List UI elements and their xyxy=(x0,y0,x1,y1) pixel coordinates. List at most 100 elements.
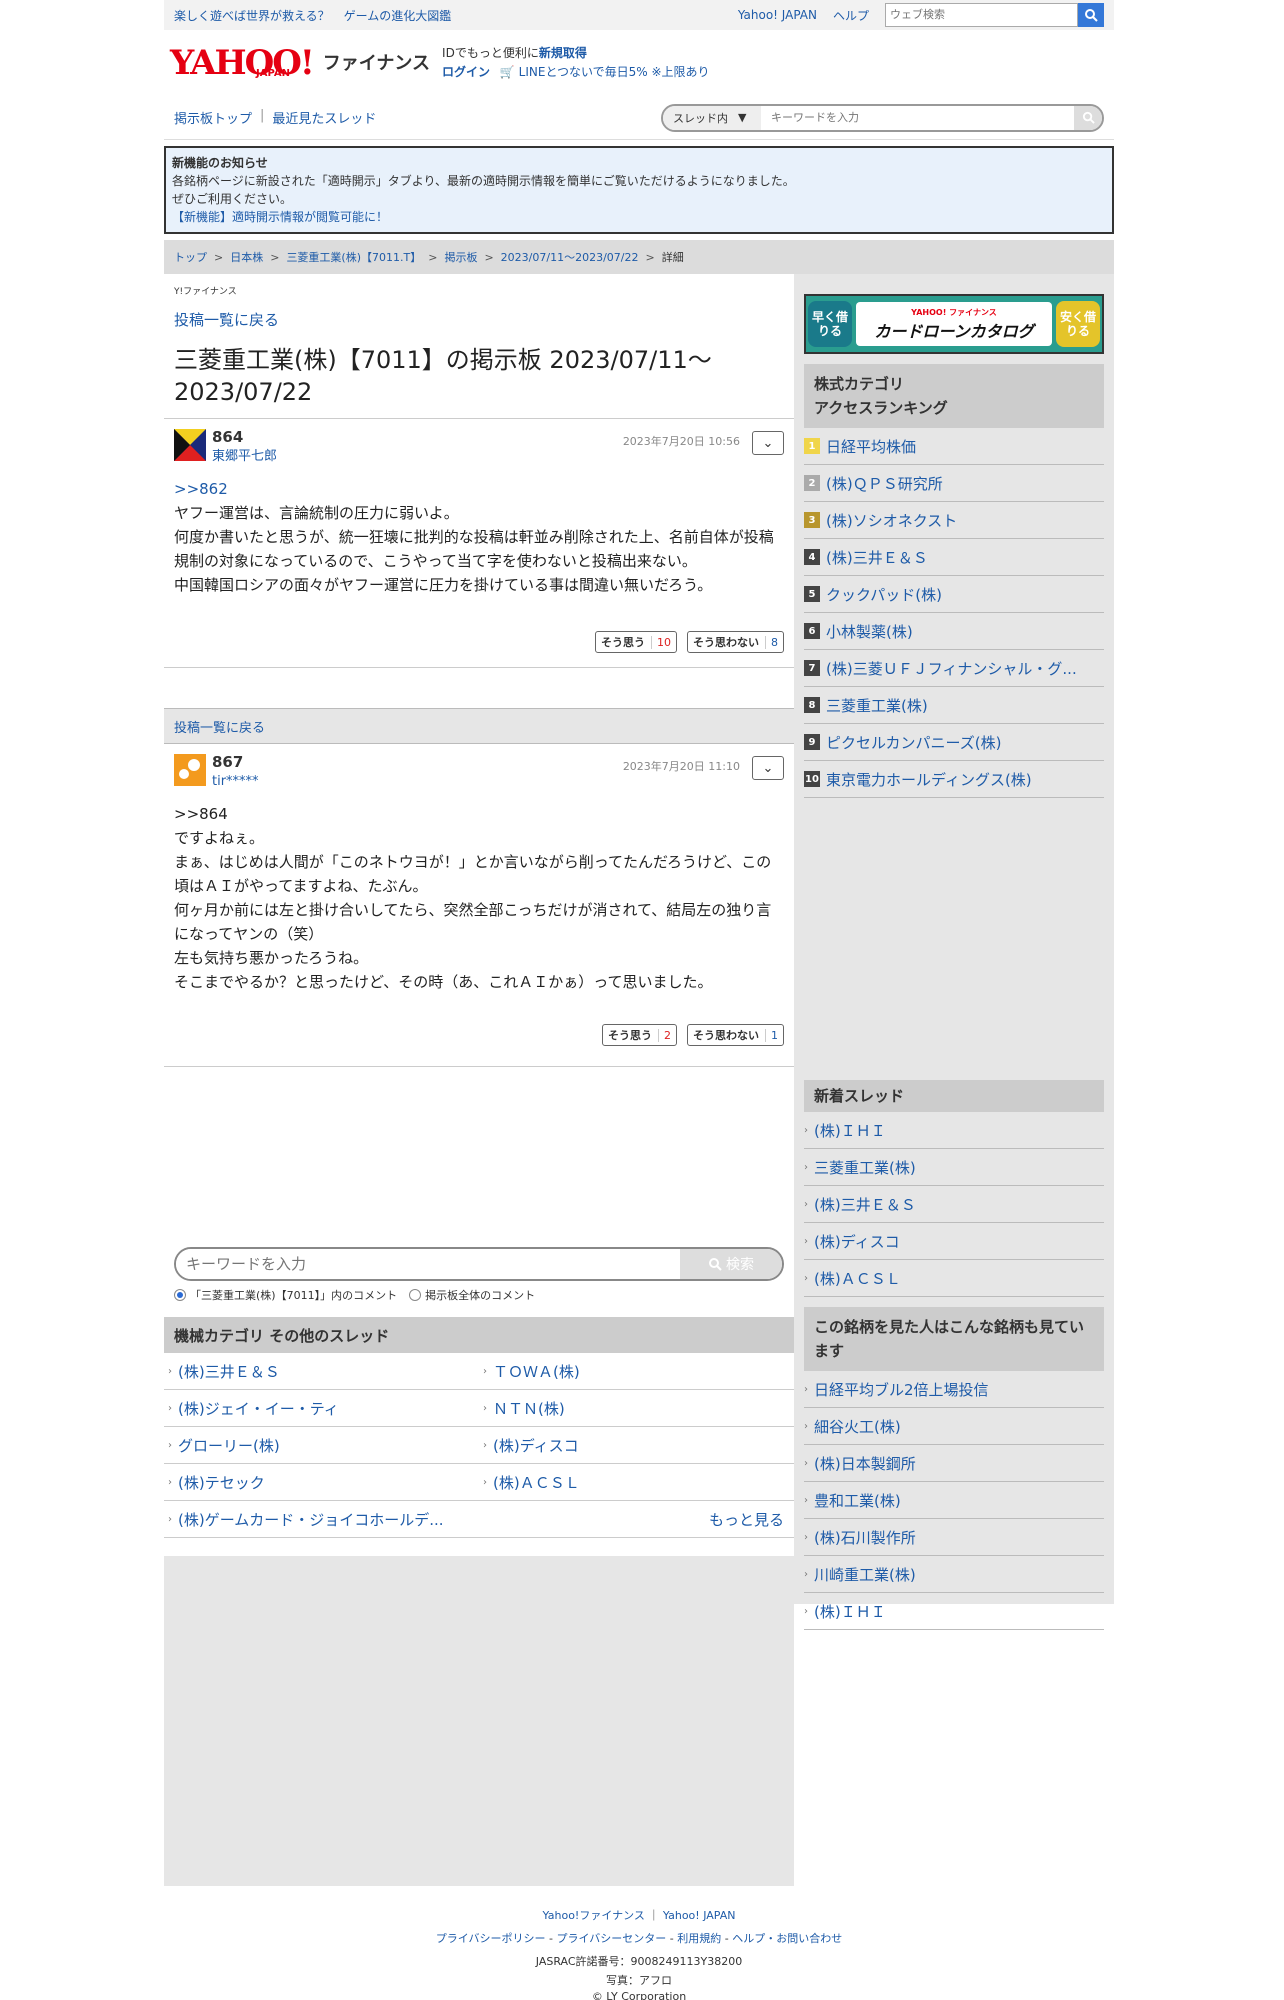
thread-link[interactable]: › (株)三井Ｅ＆Ｓ xyxy=(164,1353,479,1390)
back-bar: 投稿一覧に戻る xyxy=(164,708,794,744)
disagree-button[interactable]: そう思わない 8 xyxy=(687,631,784,653)
scope-radio-thread[interactable]: 「三菱重工業(株)【7011】」内のコメント xyxy=(174,1287,397,1303)
crumb-top[interactable]: トップ xyxy=(174,249,207,265)
line-link[interactable]: LINEとつないで毎日5% ※上限あり xyxy=(519,65,710,79)
thread-search-button[interactable] xyxy=(1074,105,1102,130)
new-thread-item[interactable]: › (株)三井Ｅ＆Ｓ xyxy=(804,1186,1104,1223)
arrow-icon: › xyxy=(483,1402,487,1414)
thread-link[interactable]: › (株)ジェイ・イー・ティ xyxy=(164,1390,479,1427)
more-threads-link[interactable]: もっと見る xyxy=(479,1501,794,1538)
new-thread-item[interactable]: › (株)ディスコ xyxy=(804,1223,1104,1260)
web-search-input[interactable] xyxy=(885,3,1078,27)
also-viewed-item[interactable]: › 川崎重工業(株) xyxy=(804,1556,1104,1593)
post-line: 何度か書いたと思うが、統一狂壊に批判的な投稿は軒並み削除された上、名前自体が投稿… xyxy=(174,528,774,570)
arrow-icon: › xyxy=(168,1402,172,1414)
privacy-center-link[interactable]: プライバシーセンター xyxy=(557,1932,667,1945)
post-menu-button[interactable]: ⌄ xyxy=(752,431,784,455)
yahoo-finance-logo[interactable]: YAHOO! JAPAN ファイナンス xyxy=(170,46,430,80)
also-viewed-item[interactable]: › (株)石川製作所 xyxy=(804,1519,1104,1556)
chevron-down-icon: ⌄ xyxy=(762,760,774,776)
also-viewed-item[interactable]: › (株)日本製鋼所 xyxy=(804,1445,1104,1482)
other-threads-grid: › (株)三井Ｅ＆Ｓ › ＴＯＷＡ(株) › (株)ジェイ・イー・ティ › ＮＴＮ(株)… xyxy=(164,1353,794,1538)
chevron-down-icon: ⌄ xyxy=(762,435,774,451)
ranking-item[interactable]: 7 (株)三菱ＵＦＪフィナンシャル・グ... xyxy=(804,650,1104,687)
back-to-list-link-2[interactable]: 投稿一覧に戻る xyxy=(174,717,265,736)
notice-line-2: ぜひご利用ください。 xyxy=(172,192,293,206)
post-line: ですよねぇ。 xyxy=(174,829,265,847)
crumb-jp-stocks[interactable]: 日本株 xyxy=(230,249,263,265)
scope-radio-all[interactable]: 掲示板全体のコメント xyxy=(409,1287,535,1303)
privacy-policy-link[interactable]: プライバシーポリシー xyxy=(436,1932,546,1945)
ranking-item[interactable]: 5 クックパッド(株) xyxy=(804,576,1104,613)
web-search-button[interactable] xyxy=(1078,3,1104,27)
comment-search-input[interactable] xyxy=(176,1249,680,1279)
crumb-stock[interactable]: 三菱重工業(株)【7011.T】 xyxy=(286,249,421,265)
avatar xyxy=(174,754,206,786)
thread-link[interactable]: › (株)テセック xyxy=(164,1464,479,1501)
web-search xyxy=(885,3,1104,27)
terms-link[interactable]: 利用規約 xyxy=(677,1932,721,1945)
also-viewed-item[interactable]: › 細谷火工(株) xyxy=(804,1408,1104,1445)
crumb-board[interactable]: 掲示板 xyxy=(444,249,477,265)
notice-link[interactable]: 【新機能】適時開示情報が閲覧可能に！ xyxy=(172,210,388,224)
reply-ref-link[interactable]: >>862 xyxy=(174,477,784,501)
help-link[interactable]: ヘルプ xyxy=(833,7,869,24)
post-date: 2023年7月20日 10:56 xyxy=(622,435,740,448)
nav-separator: | xyxy=(260,108,265,123)
thread-link[interactable]: › ＴＯＷＡ(株) xyxy=(479,1353,794,1390)
disagree-button[interactable]: そう思わない 1 xyxy=(687,1024,784,1046)
post-line: 何ヶ月か前には左と掛け合いしてたら、突然全部こっちだけが消されて、結局左の独り言… xyxy=(174,901,772,943)
card-loan-banner[interactable]: 早く借りる YAHOO! ファイナンス カードローンカタログ 安く借りる xyxy=(804,294,1104,354)
footer-yahoo-link[interactable]: Yahoo! JAPAN xyxy=(663,1909,736,1922)
thread-link[interactable]: › (株)ＡＣＳＬ xyxy=(479,1464,794,1501)
recent-threads-link[interactable]: 最近見たスレッド xyxy=(272,108,376,127)
post-user[interactable]: tir***** xyxy=(212,774,259,789)
signup-link[interactable]: 新規取得 xyxy=(539,46,587,60)
new-thread-item[interactable]: › 三菱重工業(株) xyxy=(804,1149,1104,1186)
banner-small: YAHOO! ファイナンス xyxy=(911,307,997,317)
post-menu-button[interactable]: ⌄ xyxy=(752,756,784,780)
cart-icon: 🛒 xyxy=(499,65,515,79)
ranking-item[interactable]: 6 小林製薬(株) xyxy=(804,613,1104,650)
search-icon xyxy=(1082,111,1095,124)
board-top-link[interactable]: 掲示板トップ xyxy=(174,108,252,127)
crumb-detail: 詳細 xyxy=(661,251,684,264)
ranking-item[interactable]: 4 (株)三井Ｅ＆Ｓ xyxy=(804,539,1104,576)
also-viewed-item[interactable]: › 豊和工業(株) xyxy=(804,1482,1104,1519)
thread-search-input[interactable] xyxy=(761,105,1074,130)
post-user[interactable]: 東郷平七郎 xyxy=(212,449,277,464)
logo-japan: JAPAN xyxy=(256,68,290,79)
help-contact-link[interactable]: ヘルプ・お問い合わせ xyxy=(732,1932,842,1945)
scope-select[interactable]: スレッド内 ▼ xyxy=(663,105,761,130)
thread-link[interactable]: › グローリー(株) xyxy=(164,1427,479,1464)
thread-link[interactable]: › (株)ゲームカード・ジョイコホールデ... xyxy=(164,1501,479,1538)
new-thread-item[interactable]: › (株)ＡＣＳＬ xyxy=(804,1260,1104,1297)
page: 楽しく遊べば世界が救える？ ゲームの進化大図鑑 Yahoo! JAPAN ヘルプ… xyxy=(164,0,1114,2000)
ranking-item[interactable]: 3 (株)ソシオネクスト xyxy=(804,502,1104,539)
login-link[interactable]: ログイン xyxy=(442,65,490,79)
arrow-icon: › xyxy=(168,1476,172,1488)
footer-finance-link[interactable]: Yahoo!ファイナンス xyxy=(543,1909,645,1922)
thread-link[interactable]: › (株)ディスコ xyxy=(479,1427,794,1464)
comment-search-button[interactable]: 検索 xyxy=(680,1249,782,1279)
ranking-item[interactable]: 8 三菱重工業(株) xyxy=(804,687,1104,724)
banner-right: 安く借りる xyxy=(1056,301,1100,347)
crumb-period[interactable]: 2023/07/11〜2023/07/22 xyxy=(501,249,639,265)
thread-link[interactable]: › ＮＴＮ(株) xyxy=(479,1390,794,1427)
promo-link-2[interactable]: ゲームの進化大図鑑 xyxy=(344,7,452,24)
arrow-icon: › xyxy=(483,1365,487,1377)
yahoo-japan-link[interactable]: Yahoo! JAPAN xyxy=(738,8,817,22)
agree-button[interactable]: そう思う 10 xyxy=(595,631,677,653)
also-viewed-title: この銘柄を見た人はこんな銘柄も見ています xyxy=(804,1307,1104,1371)
agree-button[interactable]: そう思う 2 xyxy=(602,1024,677,1046)
new-thread-item[interactable]: › (株)ＩＨＩ xyxy=(804,1112,1104,1149)
ranking-item[interactable]: 2 (株)ＱＰＳ研究所 xyxy=(804,465,1104,502)
promo-link-1[interactable]: 楽しく遊べば世界が救える？ xyxy=(174,7,330,24)
also-viewed-item[interactable]: › 日経平均ブル2倍上場投信 xyxy=(804,1371,1104,1408)
ranking-item[interactable]: 10 東京電力ホールディングス(株) xyxy=(804,761,1104,798)
new-threads-list: › (株)ＩＨＩ › 三菱重工業(株) › (株)三井Ｅ＆Ｓ › (株)ディスコ › (株… xyxy=(804,1112,1104,1297)
also-viewed-item[interactable]: › (株)ＩＨＩ xyxy=(804,1593,1104,1630)
ranking-item[interactable]: 1 日経平均株価 xyxy=(804,428,1104,465)
back-to-list-link[interactable]: 投稿一覧に戻る xyxy=(174,309,784,330)
ranking-item[interactable]: 9 ピクセルカンパニーズ(株) xyxy=(804,724,1104,761)
